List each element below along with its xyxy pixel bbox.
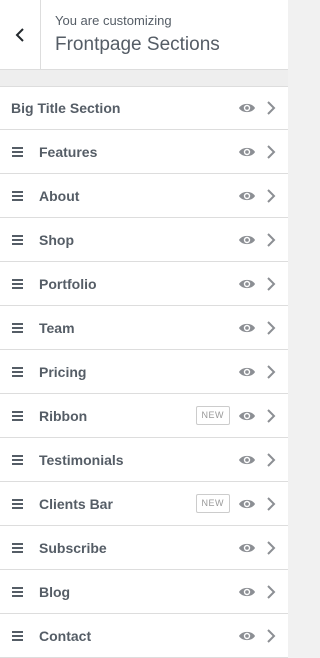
row-controls (238, 306, 276, 349)
chevron-right-icon (267, 540, 276, 555)
drag-handle-icon[interactable] (12, 146, 24, 157)
row-controls (238, 526, 276, 569)
section-gap (0, 70, 288, 86)
drag-handle-icon[interactable] (12, 542, 24, 553)
eye-icon[interactable] (238, 586, 256, 598)
section-label: Clients Bar (39, 495, 113, 512)
drag-handle-icon[interactable] (12, 234, 24, 245)
section-row[interactable]: Shop (0, 218, 288, 262)
section-label: Contact (39, 627, 92, 644)
eye-icon[interactable] (238, 102, 256, 114)
section-row[interactable]: Big Title Section (0, 86, 288, 130)
section-label: Shop (39, 231, 74, 248)
chevron-right-icon (267, 496, 276, 511)
eye-icon[interactable] (238, 366, 256, 378)
row-controls (238, 130, 276, 173)
drag-handle-icon[interactable] (12, 366, 24, 377)
section-label: About (39, 187, 80, 204)
section-row[interactable]: Ribbon NEW (0, 394, 288, 438)
section-row[interactable]: Contact (0, 614, 288, 658)
section-row[interactable]: Subscribe (0, 526, 288, 570)
customizer-header: You are customizing Frontpage Sections (0, 0, 288, 70)
section-label: Pricing (39, 363, 87, 380)
eye-icon[interactable] (238, 498, 256, 510)
row-controls (238, 218, 276, 261)
chevron-right-icon (267, 276, 276, 291)
eye-icon[interactable] (238, 190, 256, 202)
eye-icon[interactable] (238, 322, 256, 334)
chevron-left-icon (15, 27, 24, 42)
eye-icon[interactable] (238, 278, 256, 290)
drag-handle-icon[interactable] (12, 630, 24, 641)
section-row[interactable]: Team (0, 306, 288, 350)
sections-list: Big Title Section Features About Shop Portfo… (0, 86, 288, 658)
section-label: Features (39, 143, 98, 160)
eye-icon[interactable] (238, 146, 256, 158)
section-row[interactable]: Pricing (0, 350, 288, 394)
row-controls (238, 87, 276, 129)
chevron-right-icon (267, 232, 276, 247)
customizing-subtitle: You are customizing (55, 13, 172, 28)
chevron-right-icon (267, 188, 276, 203)
row-controls (238, 438, 276, 481)
row-controls (238, 350, 276, 393)
chevron-right-icon (267, 584, 276, 599)
row-controls (238, 614, 276, 657)
section-label: Testimonials (39, 451, 124, 468)
section-row[interactable]: Portfolio (0, 262, 288, 306)
drag-handle-icon[interactable] (12, 498, 24, 509)
row-controls: NEW (195, 482, 277, 525)
section-label: Portfolio (39, 275, 97, 292)
chevron-right-icon (267, 144, 276, 159)
chevron-right-icon (267, 408, 276, 423)
chevron-right-icon (267, 364, 276, 379)
row-controls: NEW (195, 394, 277, 437)
eye-icon[interactable] (238, 454, 256, 466)
chevron-right-icon (267, 101, 276, 115)
eye-icon[interactable] (238, 630, 256, 642)
row-controls (238, 174, 276, 217)
back-button[interactable] (0, 0, 41, 69)
drag-handle-icon[interactable] (12, 586, 24, 597)
drag-handle-icon[interactable] (12, 190, 24, 201)
section-label: Ribbon (39, 407, 88, 424)
section-label: Subscribe (39, 539, 107, 556)
section-row[interactable]: Clients Bar NEW (0, 482, 288, 526)
section-row[interactable]: Blog (0, 570, 288, 614)
eye-icon[interactable] (238, 542, 256, 554)
chevron-right-icon (267, 452, 276, 467)
section-label: Team (39, 319, 75, 336)
section-row[interactable]: Features (0, 130, 288, 174)
section-label: Blog (39, 583, 71, 600)
drag-handle-icon[interactable] (12, 322, 24, 333)
chevron-right-icon (267, 628, 276, 643)
drag-handle-icon[interactable] (12, 410, 24, 421)
row-controls (238, 570, 276, 613)
section-label: Big Title Section (11, 100, 121, 116)
new-badge: NEW (195, 406, 230, 425)
row-controls (238, 262, 276, 305)
section-row[interactable]: About (0, 174, 288, 218)
panel-title: Frontpage Sections (55, 34, 220, 55)
drag-handle-icon[interactable] (12, 454, 24, 465)
section-row[interactable]: Testimonials (0, 438, 288, 482)
header-titles: You are customizing Frontpage Sections (41, 0, 220, 69)
chevron-right-icon (267, 320, 276, 335)
eye-icon[interactable] (238, 410, 256, 422)
new-badge: NEW (195, 494, 230, 513)
eye-icon[interactable] (238, 234, 256, 246)
drag-handle-icon[interactable] (12, 278, 24, 289)
